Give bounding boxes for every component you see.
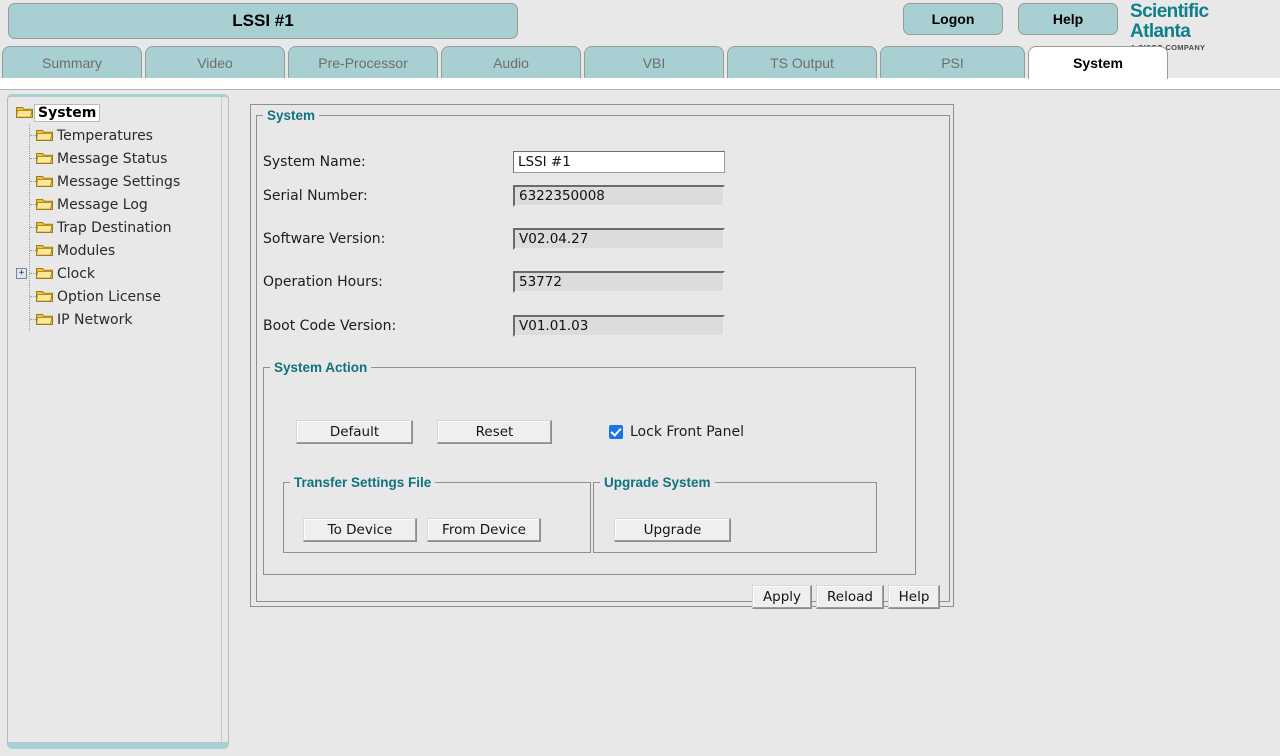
system-fieldset: System System Name:LSSI #1Serial Number:…: [256, 108, 950, 602]
field-row-serial-number: Serial Number:6322350008: [263, 185, 725, 207]
to-device-button[interactable]: To Device: [303, 518, 417, 542]
system-action-legend: System Action: [270, 360, 371, 375]
sidebar-item-system[interactable]: System: [8, 101, 228, 124]
tab-psi[interactable]: PSI: [880, 46, 1025, 78]
tab-system[interactable]: System: [1028, 46, 1168, 79]
sidebar-item-trap-destination[interactable]: Trap Destination: [8, 216, 228, 239]
tab-bar: SummaryVideoPre-ProcessorAudioVBITS Outp…: [0, 46, 1280, 80]
folder-icon: [36, 290, 53, 303]
form-action-buttons: Apply Reload Help: [752, 585, 940, 609]
default-button[interactable]: Default: [296, 420, 413, 444]
field-label-system-name: System Name:: [263, 154, 513, 170]
form-help-button[interactable]: Help: [888, 585, 940, 609]
folder-icon: [36, 175, 53, 188]
tab-audio[interactable]: Audio: [441, 46, 581, 78]
scientific-atlanta-logo: Scientific Atlanta A CISCO COMPANY: [1130, 1, 1276, 52]
field-label-serial-number: Serial Number:: [263, 188, 513, 204]
transfer-settings-legend: Transfer Settings File: [290, 475, 435, 490]
lock-front-panel-label: Lock Front Panel: [630, 424, 744, 440]
sidebar-item-label: Clock: [55, 266, 97, 282]
sidebar-item-option-license[interactable]: Option License: [8, 285, 228, 308]
readonly-value-serial-number: 6322350008: [513, 185, 725, 207]
tab-ts-output[interactable]: TS Output: [727, 46, 877, 78]
sidebar-item-label: Modules: [55, 243, 117, 259]
system-fieldset-legend: System: [263, 108, 319, 123]
from-device-button[interactable]: From Device: [427, 518, 541, 542]
expand-icon[interactable]: +: [16, 268, 27, 279]
app-header: LSSI #1 Logon Help Scientific Atlanta A …: [0, 0, 1280, 45]
checkbox-checked-icon[interactable]: [609, 425, 623, 439]
folder-icon: [36, 152, 53, 165]
reset-button[interactable]: Reset: [437, 420, 552, 444]
upgrade-system-fieldset: Upgrade System Upgrade: [593, 475, 877, 553]
field-label-operation-hours: Operation Hours:: [263, 274, 513, 290]
sidebar-item-message-status[interactable]: Message Status: [8, 147, 228, 170]
sidebar-item-label: Message Status: [55, 151, 169, 167]
sidebar-item-label: IP Network: [55, 312, 134, 328]
sidebar-item-label: System: [34, 104, 100, 122]
field-row-system-name: System Name:LSSI #1: [263, 151, 725, 173]
readonly-value-operation-hours: 53772: [513, 271, 725, 293]
folder-icon: [36, 313, 53, 326]
tab-video[interactable]: Video: [145, 46, 285, 78]
reload-button[interactable]: Reload: [816, 585, 884, 609]
upgrade-button[interactable]: Upgrade: [614, 518, 731, 542]
tab-vbi[interactable]: VBI: [584, 46, 724, 78]
sidebar-child-list: Temperatures Message Status Message Settin…: [8, 124, 228, 331]
apply-button[interactable]: Apply: [752, 585, 812, 609]
logon-button[interactable]: Logon: [903, 3, 1003, 35]
tab-summary[interactable]: Summary: [2, 46, 142, 78]
field-label-software-version: Software Version:: [263, 231, 513, 247]
header-help-button[interactable]: Help: [1018, 3, 1118, 35]
field-label-boot-code-version: Boot Code Version:: [263, 318, 513, 334]
transfer-settings-file-fieldset: Transfer Settings File To Device From De…: [283, 475, 591, 553]
logo-line-1: Scientific: [1130, 2, 1276, 21]
content-panel: System System Name:LSSI #1Serial Number:…: [250, 104, 954, 607]
upgrade-system-legend: Upgrade System: [600, 475, 715, 490]
folder-icon: [36, 267, 53, 280]
sidebar-item-label: Temperatures: [55, 128, 155, 144]
folder-icon: [16, 106, 33, 119]
page-title: LSSI #1: [8, 3, 518, 39]
folder-icon: [36, 244, 53, 257]
sidebar-item-label: Message Settings: [55, 174, 182, 190]
sidebar-item-label: Trap Destination: [55, 220, 174, 236]
tab-pre-processor[interactable]: Pre-Processor: [288, 46, 438, 78]
input-system-name[interactable]: LSSI #1: [513, 151, 725, 173]
system-action-fieldset: System Action Default Reset Lock Front P…: [263, 360, 916, 575]
sidebar-item-label: Option License: [55, 289, 163, 305]
sidebar-item-ip-network[interactable]: IP Network: [8, 308, 228, 331]
sidebar-item-temperatures[interactable]: Temperatures: [8, 124, 228, 147]
folder-icon: [36, 129, 53, 142]
field-row-software-version: Software Version:V02.04.27: [263, 228, 725, 250]
readonly-value-boot-code-version: V01.01.03: [513, 315, 725, 337]
sidebar-tree: System Temperatures Message Status Message…: [8, 97, 228, 742]
field-row-operation-hours: Operation Hours:53772: [263, 271, 725, 293]
folder-icon: [36, 221, 53, 234]
sidebar-item-label: Message Log: [55, 197, 150, 213]
field-row-boot-code-version: Boot Code Version:V01.01.03: [263, 315, 725, 337]
sidebar-item-clock[interactable]: + Clock: [8, 262, 228, 285]
sidebar-item-message-settings[interactable]: Message Settings: [8, 170, 228, 193]
folder-icon: [36, 198, 53, 211]
navigation-sidebar: System Temperatures Message Status Message…: [7, 94, 229, 749]
sidebar-item-message-log[interactable]: Message Log: [8, 193, 228, 216]
tab-underline: [0, 78, 1280, 90]
sidebar-item-modules[interactable]: Modules: [8, 239, 228, 262]
lock-front-panel-checkbox[interactable]: Lock Front Panel: [609, 421, 744, 443]
readonly-value-software-version: V02.04.27: [513, 228, 725, 250]
logo-line-2: Atlanta: [1130, 22, 1276, 41]
